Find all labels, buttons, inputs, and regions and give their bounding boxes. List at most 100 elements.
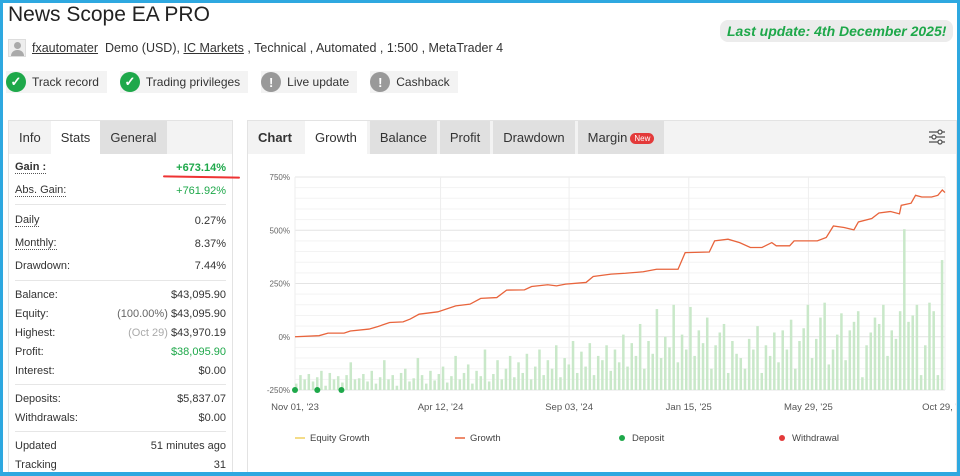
- tab-growth[interactable]: Growth: [304, 121, 367, 154]
- interest-label: Interest:: [15, 364, 55, 377]
- monthly-label[interactable]: Monthly:: [15, 237, 57, 250]
- volume-bar: [928, 302, 931, 390]
- stat-interest: Interest: $0.00: [11, 361, 230, 380]
- stat-balance: Balance: $43,095.90: [11, 285, 230, 304]
- volume-bar: [538, 349, 541, 390]
- volume-bar: [454, 355, 457, 390]
- volume-bar: [336, 376, 340, 390]
- volume-bar: [647, 341, 650, 390]
- profit-label: Profit:: [15, 345, 44, 358]
- stats-panel: Info Stats General Gain : +673.14% Abs. G…: [8, 120, 233, 476]
- broker-link[interactable]: IC Markets: [183, 41, 243, 55]
- tab-drawdown[interactable]: Drawdown: [493, 121, 575, 154]
- tab-margin-label: Margin: [587, 130, 628, 145]
- volume-bar: [659, 358, 663, 390]
- tab-stats[interactable]: Stats: [50, 121, 101, 154]
- new-badge: New: [630, 133, 655, 145]
- volume-bar: [844, 360, 847, 390]
- volume-bar: [370, 370, 373, 390]
- stat-equity: Equity: (100.00%) $43,095.90: [11, 304, 230, 323]
- volume-bar: [693, 355, 696, 390]
- legend-label: Equity Growth: [310, 433, 370, 444]
- volume-bar: [425, 383, 428, 390]
- volume-bar: [458, 379, 462, 390]
- volume-bar: [718, 332, 722, 390]
- volume-bar: [311, 381, 315, 390]
- user-link[interactable]: fxautomater: [32, 41, 98, 55]
- volume-bar: [634, 355, 638, 390]
- exclamation-icon: !: [370, 72, 391, 92]
- volume-bar: [915, 304, 919, 390]
- daily-value: 0.27%: [194, 214, 226, 227]
- volume-bar: [668, 347, 671, 390]
- chip-track-record[interactable]: ✓ Track record: [6, 71, 107, 93]
- volume-bar: [940, 260, 944, 390]
- volume-bar: [852, 321, 856, 390]
- volume-bar: [441, 366, 445, 390]
- volume-bar: [877, 323, 881, 390]
- volume-bar: [391, 375, 394, 390]
- volume-bar: [613, 349, 617, 390]
- volume-bar: [445, 382, 449, 390]
- volume-bar: [773, 332, 776, 390]
- volume-bar: [546, 360, 550, 390]
- gain-value: +673.14%: [176, 161, 226, 174]
- tab-profit[interactable]: Profit: [439, 121, 491, 154]
- tracking-label: Tracking: [15, 458, 57, 471]
- volume-bar: [731, 341, 734, 390]
- volume-bar: [525, 353, 529, 390]
- volume-bar: [810, 358, 814, 390]
- equity-percent: (100.00%): [117, 307, 168, 320]
- chip-live-update[interactable]: ! Live update: [261, 71, 358, 93]
- volume-bar: [324, 385, 327, 390]
- y-tick-label: 500%: [270, 226, 290, 235]
- volume-bar: [919, 375, 923, 390]
- tab-margin[interactable]: Margin New: [577, 121, 665, 154]
- volume-bar: [542, 375, 545, 390]
- volume-bar: [584, 366, 587, 390]
- chip-trading-privileges[interactable]: ✓ Trading privileges: [119, 71, 249, 93]
- volume-bar: [605, 345, 608, 390]
- volume-bar: [798, 341, 801, 390]
- balance-label: Balance:: [15, 288, 58, 301]
- legend-swatch: [779, 435, 785, 441]
- volume-bar: [529, 379, 533, 390]
- volume-bar: [592, 375, 596, 390]
- check-icon: ✓: [6, 72, 26, 92]
- chip-label: Trading privileges: [145, 75, 241, 89]
- volume-bar: [756, 326, 759, 390]
- tab-info[interactable]: Info: [9, 121, 51, 154]
- gain-label[interactable]: Gain :: [15, 161, 47, 174]
- volume-bar: [894, 338, 898, 390]
- volume-bar: [471, 383, 474, 390]
- volume-bar: [433, 380, 436, 390]
- chip-cashback[interactable]: ! Cashback: [370, 71, 458, 93]
- volume-bar: [806, 304, 810, 390]
- y-tick-label: 250%: [270, 280, 290, 289]
- volume-bar: [563, 358, 566, 390]
- profit-value: $38,095.90: [170, 345, 226, 358]
- legend-label: Deposit: [632, 433, 665, 444]
- x-tick-label: Sep 03, '24: [545, 402, 593, 413]
- volume-bar: [710, 368, 713, 390]
- volume-bar: [689, 306, 692, 390]
- chip-label: Cashback: [396, 75, 450, 89]
- y-tick-label: -250%: [267, 386, 290, 395]
- deposit-marker: [338, 387, 345, 393]
- abs-gain-label[interactable]: Abs. Gain:: [15, 184, 67, 197]
- account-details: , Technical , Automated , 1:500 , MetaTr…: [247, 41, 504, 55]
- x-tick-label: Jan 15, '25: [666, 402, 712, 413]
- volume-bar: [475, 370, 478, 390]
- volume-bar: [534, 366, 537, 390]
- tab-balance[interactable]: Balance: [369, 121, 437, 154]
- settings-sliders-icon[interactable]: [928, 129, 946, 145]
- volume-bar: [378, 377, 382, 390]
- tab-general[interactable]: General: [100, 121, 167, 154]
- volume-bar: [924, 345, 927, 390]
- daily-label[interactable]: Daily: [15, 214, 40, 227]
- volume-bar: [609, 370, 613, 390]
- stat-tracking: Tracking 31: [11, 455, 230, 474]
- avatar[interactable]: [8, 39, 26, 57]
- volume-bar: [303, 379, 306, 390]
- volume-bar: [898, 311, 902, 390]
